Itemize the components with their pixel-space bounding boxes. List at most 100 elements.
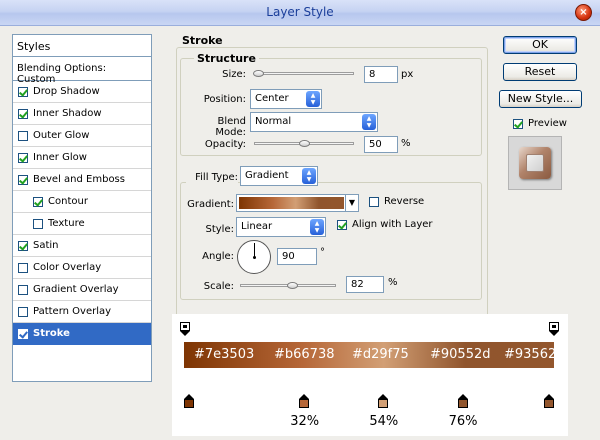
style-checkbox[interactable] [18,174,28,185]
position-value: Center [255,93,289,104]
style-item-outer-glow[interactable]: Outer Glow [13,125,151,147]
scale-slider-thumb[interactable] [286,282,298,289]
gradient-label: Gradient: [187,199,234,210]
style-item-label: Satin [33,240,59,251]
opacity-stop-left[interactable] [180,322,190,336]
style-item-label: Inner Shadow [33,108,102,119]
opacity-label: Opacity: [204,139,246,150]
align-with-layer-checkbox[interactable] [337,219,347,230]
style-item-satin[interactable]: Satin [13,235,151,257]
reverse-checkbox[interactable] [369,196,379,207]
gradient-hex-label: #90552d [430,347,491,362]
color-stop[interactable] [378,394,389,408]
gradient-hex-label: #7e3503 [194,347,255,362]
style-item-gradient-overlay[interactable]: Gradient Overlay [13,279,151,301]
gradient-hex-label: #93562d [504,347,565,362]
style-item-texture[interactable]: Texture [13,213,151,235]
style-item-inner-shadow[interactable]: Inner Shadow [13,103,151,125]
new-style-button[interactable]: New Style... [499,90,582,108]
style-select[interactable]: Linear ▲ ▼ [236,217,326,237]
blend-mode-value: Normal [255,116,292,127]
gradient-hex-label: #b66738 [274,347,335,362]
select-arrows-icon: ▲ ▼ [362,114,376,130]
angle-input[interactable]: 90 [277,248,317,265]
style-item-stroke[interactable]: Stroke [13,323,151,345]
color-stop-swatch [378,399,389,408]
style-value: Linear [241,221,273,232]
select-arrows-icon: ▲ ▼ [310,219,324,235]
style-item-label: Gradient Overlay [33,284,119,295]
opacity-stop-right[interactable] [549,322,559,336]
style-item-inner-glow[interactable]: Inner Glow [13,147,151,169]
style-item-bevel-and-emboss[interactable]: Bevel and Emboss [13,169,151,191]
style-checkbox[interactable] [18,130,28,141]
gradient-picker[interactable]: ▼ [236,194,359,212]
style-item-label: Color Overlay [33,262,102,273]
style-checkbox[interactable] [18,328,28,339]
style-item-label: Outer Glow [33,130,90,141]
align-label: Align with Layer [352,219,433,230]
style-checkbox[interactable] [33,196,43,207]
size-input[interactable]: 8 [364,66,398,83]
style-checkbox[interactable] [18,86,28,97]
scale-input[interactable]: 82 [346,276,384,293]
size-unit: px [401,69,414,80]
layer-style-dialog: Styles Blending Options: Custom Drop Sha… [0,26,600,440]
color-stop-swatch [457,399,468,408]
style-item-label: Texture [48,218,85,229]
angle-dial[interactable] [237,240,271,274]
blend-mode-label: Blend Mode: [215,116,246,138]
position-select[interactable]: Center ▲ ▼ [250,89,322,109]
chevron-down-icon[interactable]: ▼ [345,195,358,211]
close-button[interactable]: × [575,4,592,21]
size-slider-track[interactable] [254,72,354,75]
title-bar: Layer Style × [0,0,600,26]
color-stop[interactable] [544,394,554,408]
reset-button[interactable]: Reset [503,63,577,81]
ok-button[interactable]: OK [503,36,577,54]
select-arrows-icon: ▲ ▼ [302,168,316,184]
style-item-contour[interactable]: Contour [13,191,151,213]
align-checkbox-row[interactable]: Align with Layer [337,219,433,230]
style-item-color-overlay[interactable]: Color Overlay [13,257,151,279]
opacity-input[interactable]: 50 [364,136,398,153]
style-item-drop-shadow[interactable]: Drop Shadow [13,81,151,103]
preview-label: Preview [528,118,567,129]
style-checkbox[interactable] [18,262,28,273]
style-checkbox[interactable] [18,108,28,119]
fill-type-label: Fill Type: [186,172,238,183]
style-label: Style: [205,224,235,235]
style-item-label: Contour [48,196,88,207]
blend-mode-select[interactable]: Normal ▲ ▼ [250,112,378,132]
window-title: Layer Style [266,5,334,19]
color-stop[interactable] [457,394,468,408]
fill-type-select[interactable]: Gradient ▲ ▼ [240,166,318,186]
structure-title: Structure [194,52,259,65]
triangle-down-icon [549,331,559,336]
styles-header[interactable]: Styles [13,35,151,57]
size-slider-thumb[interactable] [253,70,264,77]
style-item-pattern-overlay[interactable]: Pattern Overlay [13,301,151,323]
opacity-slider-thumb[interactable] [299,140,310,147]
style-item-label: Bevel and Emboss [33,174,125,185]
styles-list: Styles Blending Options: Custom Drop Sha… [12,34,152,382]
style-checkbox[interactable] [33,218,43,229]
color-stop-swatch [544,399,554,408]
angle-label: Angle: [202,251,234,262]
color-stop-swatch [299,399,310,408]
preview-checkbox[interactable] [513,118,523,129]
preview-checkbox-row[interactable]: Preview [513,118,567,129]
stop-location-label: 54% [369,414,399,429]
style-checkbox[interactable] [18,152,28,163]
style-checkbox[interactable] [18,306,28,317]
reverse-checkbox-row[interactable]: Reverse [369,196,424,207]
style-preview [508,136,562,190]
gradient-swatch [239,197,344,209]
gradient-editor: #7e3503 #b66738 #d29f75 #90552d #93562d 32% 5… [172,314,568,436]
color-stop[interactable] [184,394,194,408]
color-stop[interactable] [299,394,310,408]
style-checkbox[interactable] [18,284,28,295]
blending-options-item[interactable]: Blending Options: Custom [13,57,151,85]
scale-unit: % [388,277,398,288]
style-checkbox[interactable] [18,240,28,251]
